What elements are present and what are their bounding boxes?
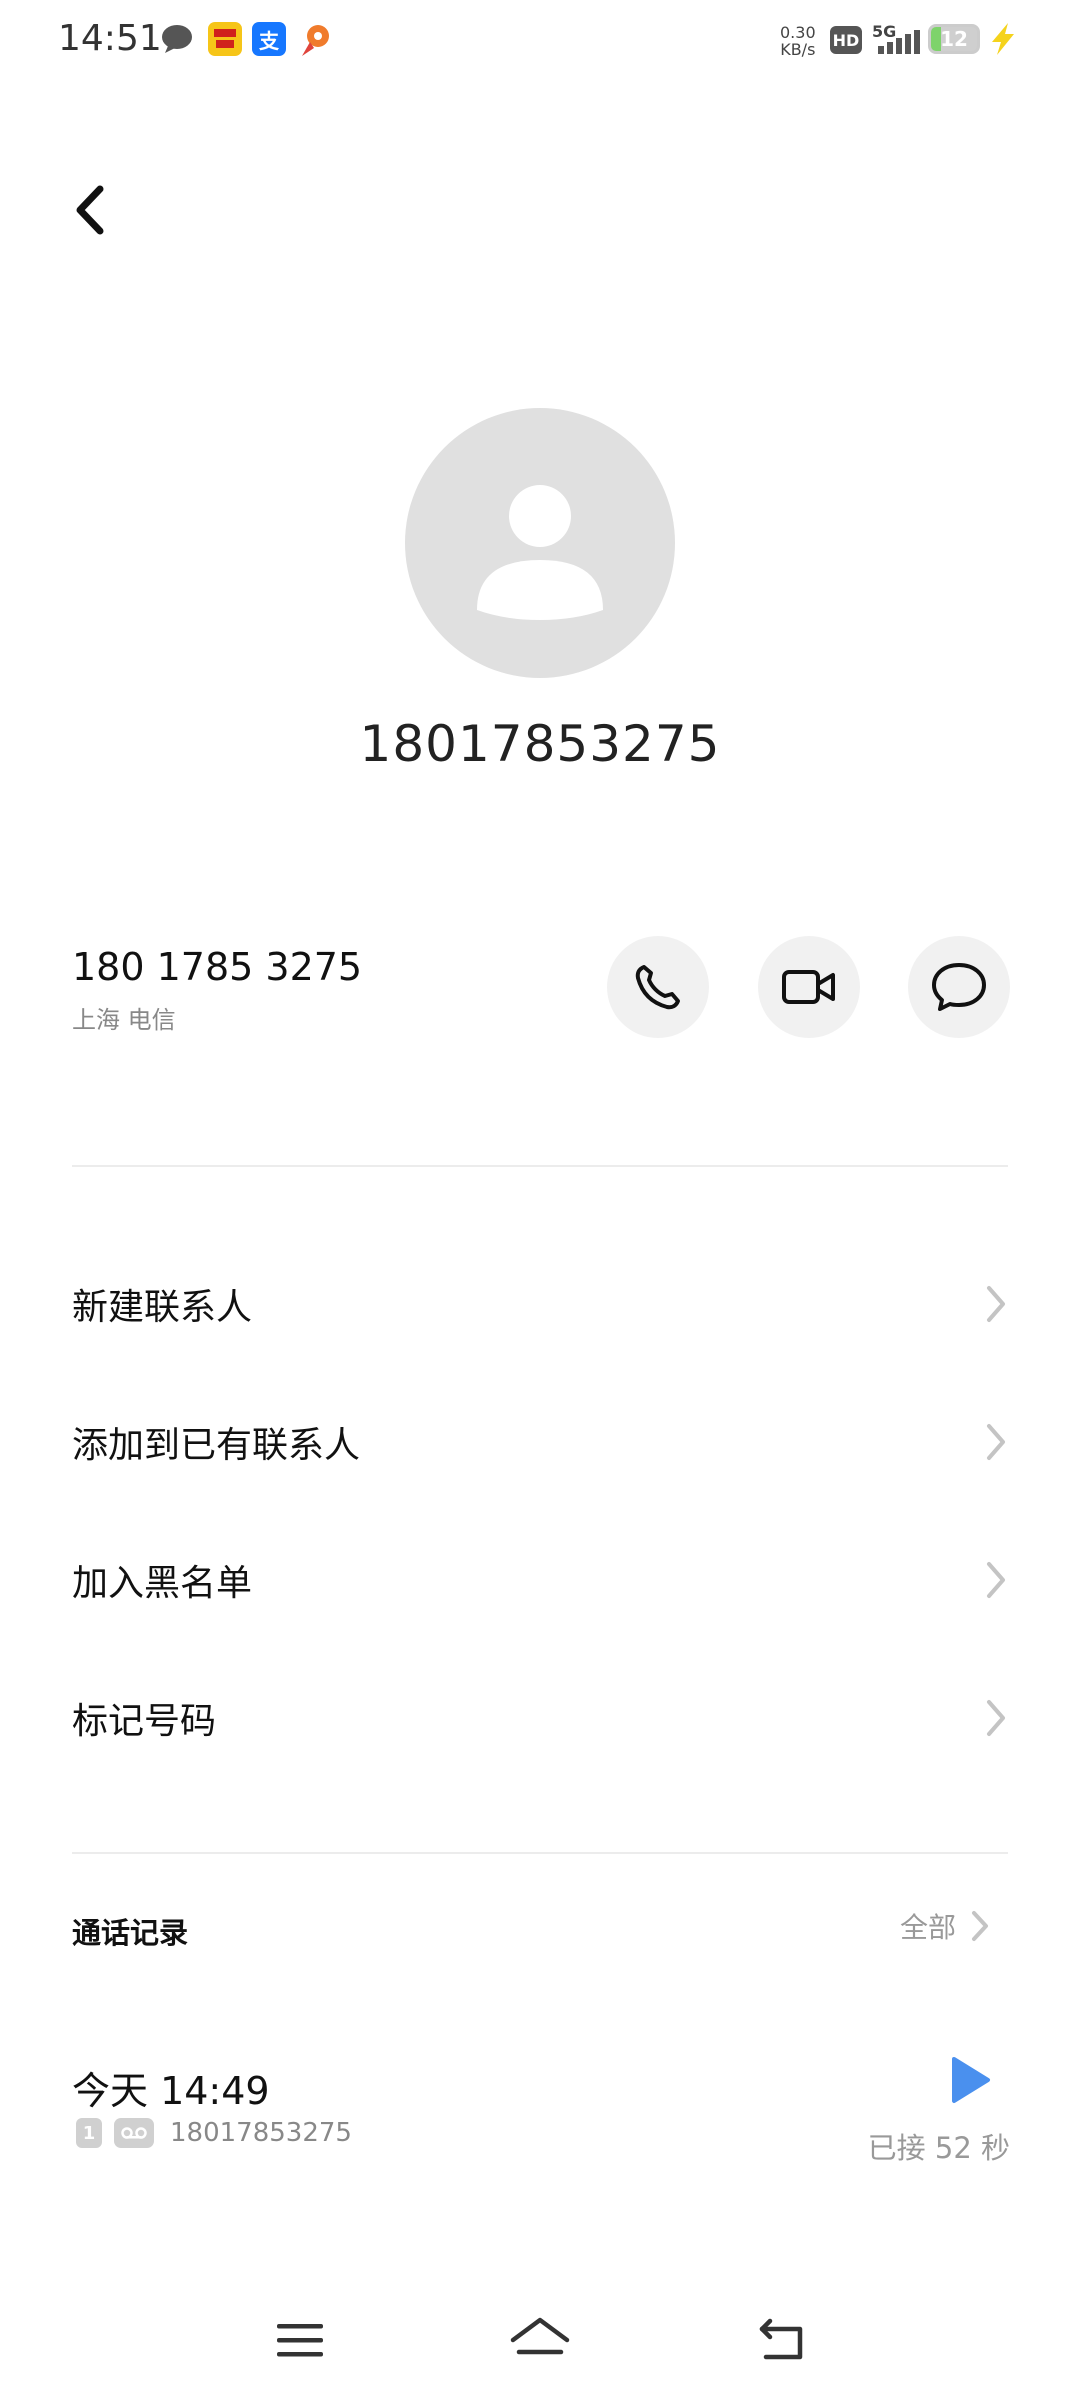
home-icon (510, 2317, 570, 2355)
menu-item-blacklist[interactable]: 加入黑名单 (0, 1520, 1080, 1640)
call-log-all-link[interactable]: 全部 (880, 1898, 1010, 1954)
all-label: 全部 (900, 1911, 957, 1944)
call-log-title: 通话记录 (72, 1916, 189, 1950)
contact-avatar (405, 408, 675, 678)
nav-home-button[interactable] (500, 2305, 580, 2375)
chevron-right-icon (987, 1424, 1005, 1460)
video-call-icon (782, 970, 835, 1004)
play-recording-button[interactable] (940, 2050, 1000, 2110)
sim-number: 1 (82, 2122, 96, 2144)
nav-menu-button[interactable] (260, 2305, 340, 2375)
charging-icon (988, 22, 1018, 56)
call-entry-time: 今天 14:49 (72, 2069, 270, 2113)
message-icon (932, 963, 986, 1011)
menu-item-new-contact[interactable]: 新建联系人 (0, 1244, 1080, 1364)
call-button[interactable] (607, 936, 709, 1038)
alipay-glyph: 支 (259, 28, 279, 53)
chevron-right-icon (987, 1562, 1005, 1598)
menu-item-add-to-existing[interactable]: 添加到已有联系人 (0, 1382, 1080, 1502)
hd-icon: HD (830, 26, 862, 54)
back-icon (759, 2318, 803, 2360)
divider (72, 1852, 1008, 1854)
back-button[interactable] (60, 180, 120, 240)
phone-location: 上海 电信 (72, 1006, 176, 1034)
menu-item-label: 新建联系人 (72, 1287, 253, 1328)
battery-level: 12 (940, 27, 968, 51)
menu-item-label: 标记号码 (72, 1701, 217, 1742)
menu-item-label: 添加到已有联系人 (72, 1425, 361, 1466)
menu-item-mark-number[interactable]: 标记号码 (0, 1658, 1080, 1778)
map-pin-icon (298, 22, 332, 58)
menu-item-label: 加入黑名单 (72, 1563, 253, 1604)
game-app-icon (208, 22, 242, 56)
chat-bubble-icon (160, 24, 194, 54)
chevron-right-icon (972, 1911, 989, 1941)
call-entry-number: 18017853275 (170, 2118, 352, 2148)
net-speed-value: 0.30 (780, 23, 816, 42)
signal-icon (878, 30, 922, 56)
net-speed-unit: KB/s (780, 40, 816, 59)
nav-back-button[interactable] (742, 2305, 822, 2375)
chevron-right-icon (987, 1286, 1005, 1322)
play-icon (952, 2057, 990, 2103)
sim-badge: 1 (76, 2118, 102, 2148)
message-button[interactable] (908, 936, 1010, 1038)
menu-icon (277, 2324, 323, 2357)
status-time: 14:51 (58, 18, 162, 59)
video-call-button[interactable] (758, 936, 860, 1038)
phone-icon (635, 965, 680, 1010)
network-speed: 0.30 KB/s (780, 24, 816, 58)
chevron-right-icon (987, 1700, 1005, 1736)
divider (72, 1165, 1008, 1167)
alipay-icon: 支 (252, 22, 286, 56)
call-entry-status: 已接 52 秒 (867, 2131, 1010, 2165)
chevron-left-icon (76, 185, 104, 235)
contact-title-number: 18017853275 (359, 715, 721, 773)
phone-number[interactable]: 180 1785 3275 (72, 945, 362, 989)
battery-icon: 12 (928, 24, 980, 54)
person-icon (477, 485, 603, 620)
recording-icon (114, 2118, 154, 2148)
